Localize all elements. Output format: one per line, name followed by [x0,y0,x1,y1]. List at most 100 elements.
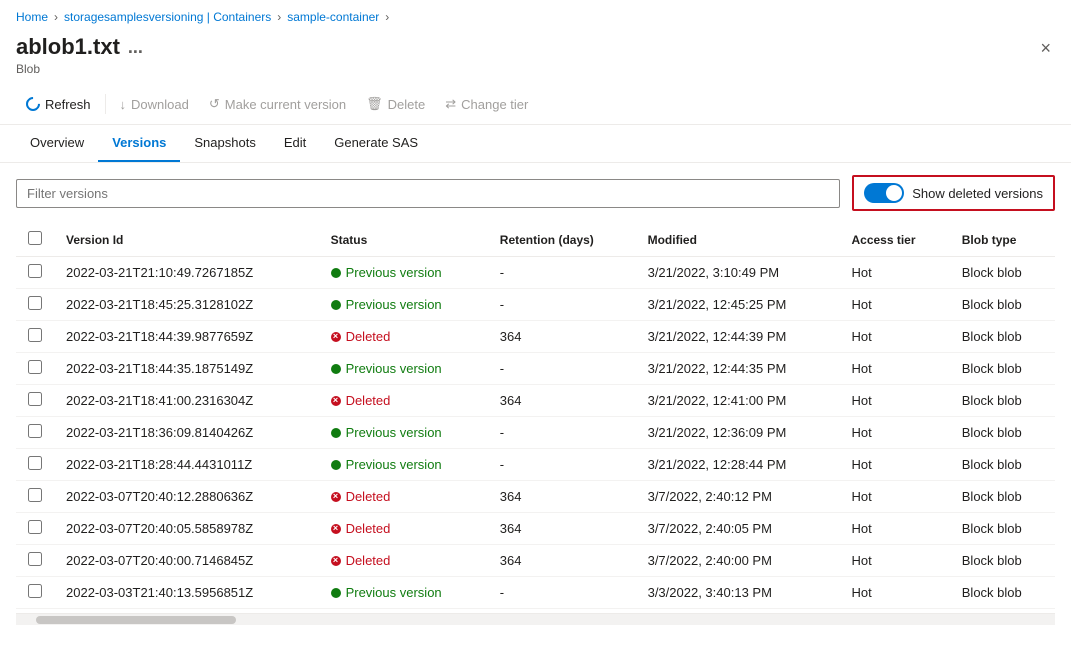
refresh-label: Refresh [45,97,91,112]
cell-status: Previous version [319,417,488,449]
scroll-thumb [36,616,236,624]
row-checkbox[interactable] [28,520,42,534]
status-text: Previous version [346,297,442,312]
separator-1 [105,94,106,114]
row-checkbox[interactable] [28,360,42,374]
row-checkbox[interactable] [28,328,42,342]
cell-access-tier: Hot [839,321,949,353]
horizontal-scrollbar[interactable] [16,613,1055,625]
cell-retention: - [488,577,636,609]
refresh-button[interactable]: Refresh [16,91,101,118]
breadcrumb-storage[interactable]: storagesamplesversioning | Containers [64,10,271,24]
cell-retention: - [488,353,636,385]
cell-version-id: 2022-03-21T18:44:35.1875149Z [54,353,319,385]
row-checkbox[interactable] [28,424,42,438]
breadcrumb-home[interactable]: Home [16,10,48,24]
cell-access-tier: Hot [839,449,949,481]
col-version-id: Version Id [54,223,319,257]
page-header: ablob1.txt ... Blob × [0,30,1071,84]
make-current-label: Make current version [225,97,346,112]
tab-generate-sas[interactable]: Generate SAS [320,125,432,162]
table-row: 2022-03-21T18:44:39.9877659ZDeleted3643/… [16,321,1055,353]
table-row: 2022-03-07T20:40:05.5858978ZDeleted3643/… [16,513,1055,545]
col-retention: Retention (days) [488,223,636,257]
row-checkbox[interactable] [28,456,42,470]
delete-button[interactable]: 🗑 Delete [356,90,435,118]
cell-access-tier: Hot [839,545,949,577]
cell-modified: 3/21/2022, 12:45:25 PM [636,289,840,321]
tab-overview[interactable]: Overview [16,125,98,162]
cell-retention: - [488,257,636,289]
cell-status: Deleted [319,385,488,417]
toggle-switch[interactable] [864,183,904,203]
cell-modified: 3/7/2022, 2:40:00 PM [636,545,840,577]
page-subtitle: Blob [16,62,143,76]
cell-status: Previous version [319,257,488,289]
breadcrumb-container[interactable]: sample-container [287,10,379,24]
table-row: 2022-03-07T20:40:00.7146845ZDeleted3643/… [16,545,1055,577]
filter-input[interactable] [16,179,840,208]
download-button[interactable]: ↓ Download [110,91,199,118]
status-text: Deleted [346,521,391,536]
row-checkbox-cell [16,481,54,513]
row-checkbox[interactable] [28,392,42,406]
delete-label: Delete [388,97,426,112]
row-checkbox[interactable] [28,264,42,278]
cell-access-tier: Hot [839,289,949,321]
cell-status: Previous version [319,577,488,609]
toolbar: Refresh ↓ Download ↺ Make current versio… [0,84,1071,125]
cell-blob-type: Block blob [950,481,1055,513]
change-tier-button[interactable]: ⇄ Change tier [435,90,538,118]
table-row: 2022-03-21T21:10:49.7267185ZPrevious ver… [16,257,1055,289]
breadcrumb: Home › storagesamplesversioning | Contai… [0,0,1071,30]
row-checkbox[interactable] [28,584,42,598]
table-row: 2022-03-07T20:40:12.2880636ZDeleted3643/… [16,481,1055,513]
make-current-icon: ↺ [209,96,220,112]
status-text: Previous version [346,425,442,440]
cell-modified: 3/3/2022, 3:40:13 PM [636,577,840,609]
col-access-tier: Access tier [839,223,949,257]
table-row: 2022-03-21T18:41:00.2316304ZDeleted3643/… [16,385,1055,417]
select-all-checkbox[interactable] [28,231,42,245]
cell-status: Previous version [319,449,488,481]
row-checkbox-cell [16,577,54,609]
row-checkbox[interactable] [28,296,42,310]
cell-retention: 364 [488,321,636,353]
cell-retention: - [488,289,636,321]
table-header-row: Version Id Status Retention (days) Modif… [16,223,1055,257]
cell-access-tier: Hot [839,417,949,449]
status-text: Deleted [346,393,391,408]
row-checkbox-cell [16,353,54,385]
cell-modified: 3/21/2022, 12:28:44 PM [636,449,840,481]
cell-retention: - [488,417,636,449]
cell-version-id: 2022-03-03T21:40:13.5956851Z [54,577,319,609]
table-row: 2022-03-03T21:40:13.5956851ZPrevious ver… [16,577,1055,609]
status-icon-green [331,364,341,374]
row-checkbox[interactable] [28,552,42,566]
table-row: 2022-03-21T18:28:44.4431011Z Previous ver… [16,449,1055,481]
cell-blob-type: Block blob [950,417,1055,449]
cell-status: Deleted [319,481,488,513]
cell-blob-type: Block blob [950,321,1055,353]
close-button[interactable]: × [1036,34,1055,63]
cell-version-id: 2022-03-21T18:28:44.4431011Z [54,449,319,481]
tab-versions[interactable]: Versions [98,125,180,162]
ellipsis-menu[interactable]: ... [128,37,143,58]
cell-blob-type: Block blob [950,513,1055,545]
cell-blob-type: Block blob [950,353,1055,385]
main-content: Show deleted versions Version Id Status … [0,163,1071,637]
versions-table: Version Id Status Retention (days) Modif… [16,223,1055,609]
show-deleted-container: Show deleted versions [852,175,1055,211]
table-row: 2022-03-21T18:45:25.3128102ZPrevious ver… [16,289,1055,321]
make-current-button[interactable]: ↺ Make current version [199,90,356,118]
status-icon-red [331,396,341,406]
tab-edit[interactable]: Edit [270,125,320,162]
row-checkbox[interactable] [28,488,42,502]
cell-blob-type: Block blob [950,577,1055,609]
col-modified: Modified [636,223,840,257]
cell-modified: 3/21/2022, 12:36:09 PM [636,417,840,449]
cell-version-id: 2022-03-07T20:40:12.2880636Z [54,481,319,513]
row-checkbox-cell [16,385,54,417]
status-text: Previous version [346,457,442,472]
tab-snapshots[interactable]: Snapshots [180,125,269,162]
